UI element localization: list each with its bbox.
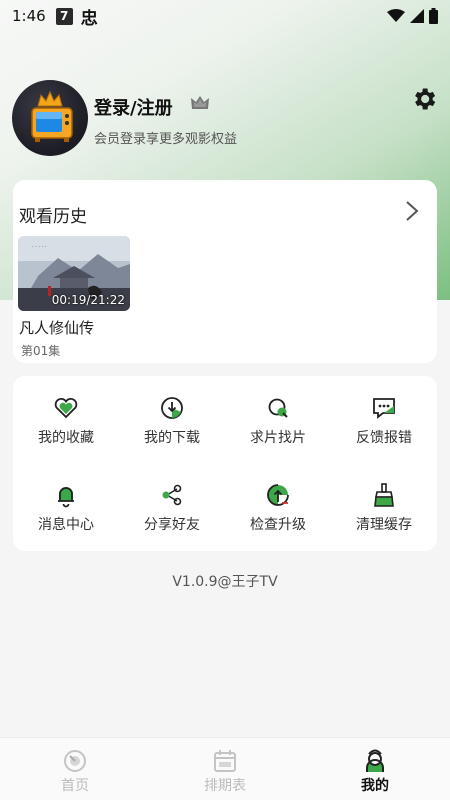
watch-progress: 00:19/21:22 xyxy=(51,293,125,307)
history-episode: 第01集 xyxy=(21,344,61,358)
menu-item-label: 我的收藏 xyxy=(38,430,94,446)
settings-gear-icon[interactable] xyxy=(410,85,438,113)
chevron-right-icon[interactable] xyxy=(405,200,419,222)
menu-item-label: 求片找片 xyxy=(250,430,306,446)
home-icon xyxy=(64,750,86,772)
status-bar: 1:46 7 忠 xyxy=(0,0,450,32)
profile-header: 登录/注册 会员登录享更多观影权益 xyxy=(12,80,438,160)
menu-item-label: 分享好友 xyxy=(144,517,200,533)
nav-schedule[interactable]: 排期表 xyxy=(150,738,300,800)
vip-crown-icon xyxy=(191,96,209,109)
menu-item-clear-cache[interactable]: 清理缓存 xyxy=(331,463,437,551)
menu-item-label: 反馈报错 xyxy=(356,430,412,446)
bottom-nav: 首页 排期表 我的 xyxy=(0,737,450,800)
menu-item-messages[interactable]: 消息中心 xyxy=(13,463,119,551)
profile-icon xyxy=(366,749,384,772)
bell-icon xyxy=(58,487,74,508)
history-show-title[interactable]: 凡人修仙传 xyxy=(19,317,94,338)
menu-item-check-update[interactable]: 检查升级 xyxy=(225,463,331,551)
heart-icon xyxy=(54,397,78,419)
svg-text:· · · · ·: · · · · · xyxy=(32,244,47,250)
wifi-icon xyxy=(387,9,405,22)
broom-icon xyxy=(374,483,394,507)
watch-history-card: 观看历史 · · · · · 00:19/21:22 凡人修仙传 第01集 xyxy=(13,180,437,363)
feedback-icon xyxy=(373,398,395,419)
menu-item-label: 消息中心 xyxy=(38,517,94,533)
login-register-link[interactable]: 登录/注册 xyxy=(94,94,173,120)
app-notification-icon-2: 忠 xyxy=(80,8,98,29)
nav-label: 首页 xyxy=(61,778,89,794)
calendar-icon xyxy=(214,750,236,772)
status-icons xyxy=(387,8,438,24)
app-notification-icon: 7 xyxy=(55,7,73,25)
menu-item-label: 检查升级 xyxy=(250,517,306,533)
history-thumbnail[interactable]: · · · · · 00:19/21:22 xyxy=(18,236,130,311)
battery-icon xyxy=(429,8,438,24)
menu-item-favorites[interactable]: 我的收藏 xyxy=(13,376,119,463)
nav-label: 我的 xyxy=(361,778,389,794)
upgrade-icon xyxy=(267,484,289,506)
nav-label: 排期表 xyxy=(204,778,246,794)
status-time: 1:46 xyxy=(12,7,46,25)
menu-item-share[interactable]: 分享好友 xyxy=(119,463,225,551)
nav-home[interactable]: 首页 xyxy=(0,738,150,800)
menu-item-feedback[interactable]: 反馈报错 xyxy=(331,376,437,463)
tv-crown-logo-icon xyxy=(31,90,73,142)
avatar[interactable] xyxy=(12,80,88,156)
signal-icon xyxy=(410,9,424,23)
menu-item-downloads[interactable]: 我的下载 xyxy=(119,376,225,463)
menu-item-label: 清理缓存 xyxy=(356,517,412,533)
search-film-icon xyxy=(268,398,288,418)
watch-history-title: 观看历史 xyxy=(19,207,87,227)
share-icon xyxy=(162,484,182,506)
function-menu-card: 我的收藏 我的下载 求片找片 反馈报错 消息中心 分享好友 检查升级 清理缓存 xyxy=(13,376,437,551)
menu-item-request-film[interactable]: 求片找片 xyxy=(225,376,331,463)
nav-mine[interactable]: 我的 xyxy=(300,738,450,800)
menu-item-label: 我的下载 xyxy=(144,430,200,446)
login-subtitle: 会员登录享更多观影权益 xyxy=(94,132,238,147)
download-icon xyxy=(161,397,183,419)
app-version: V1.0.9@王子TV xyxy=(172,574,278,590)
